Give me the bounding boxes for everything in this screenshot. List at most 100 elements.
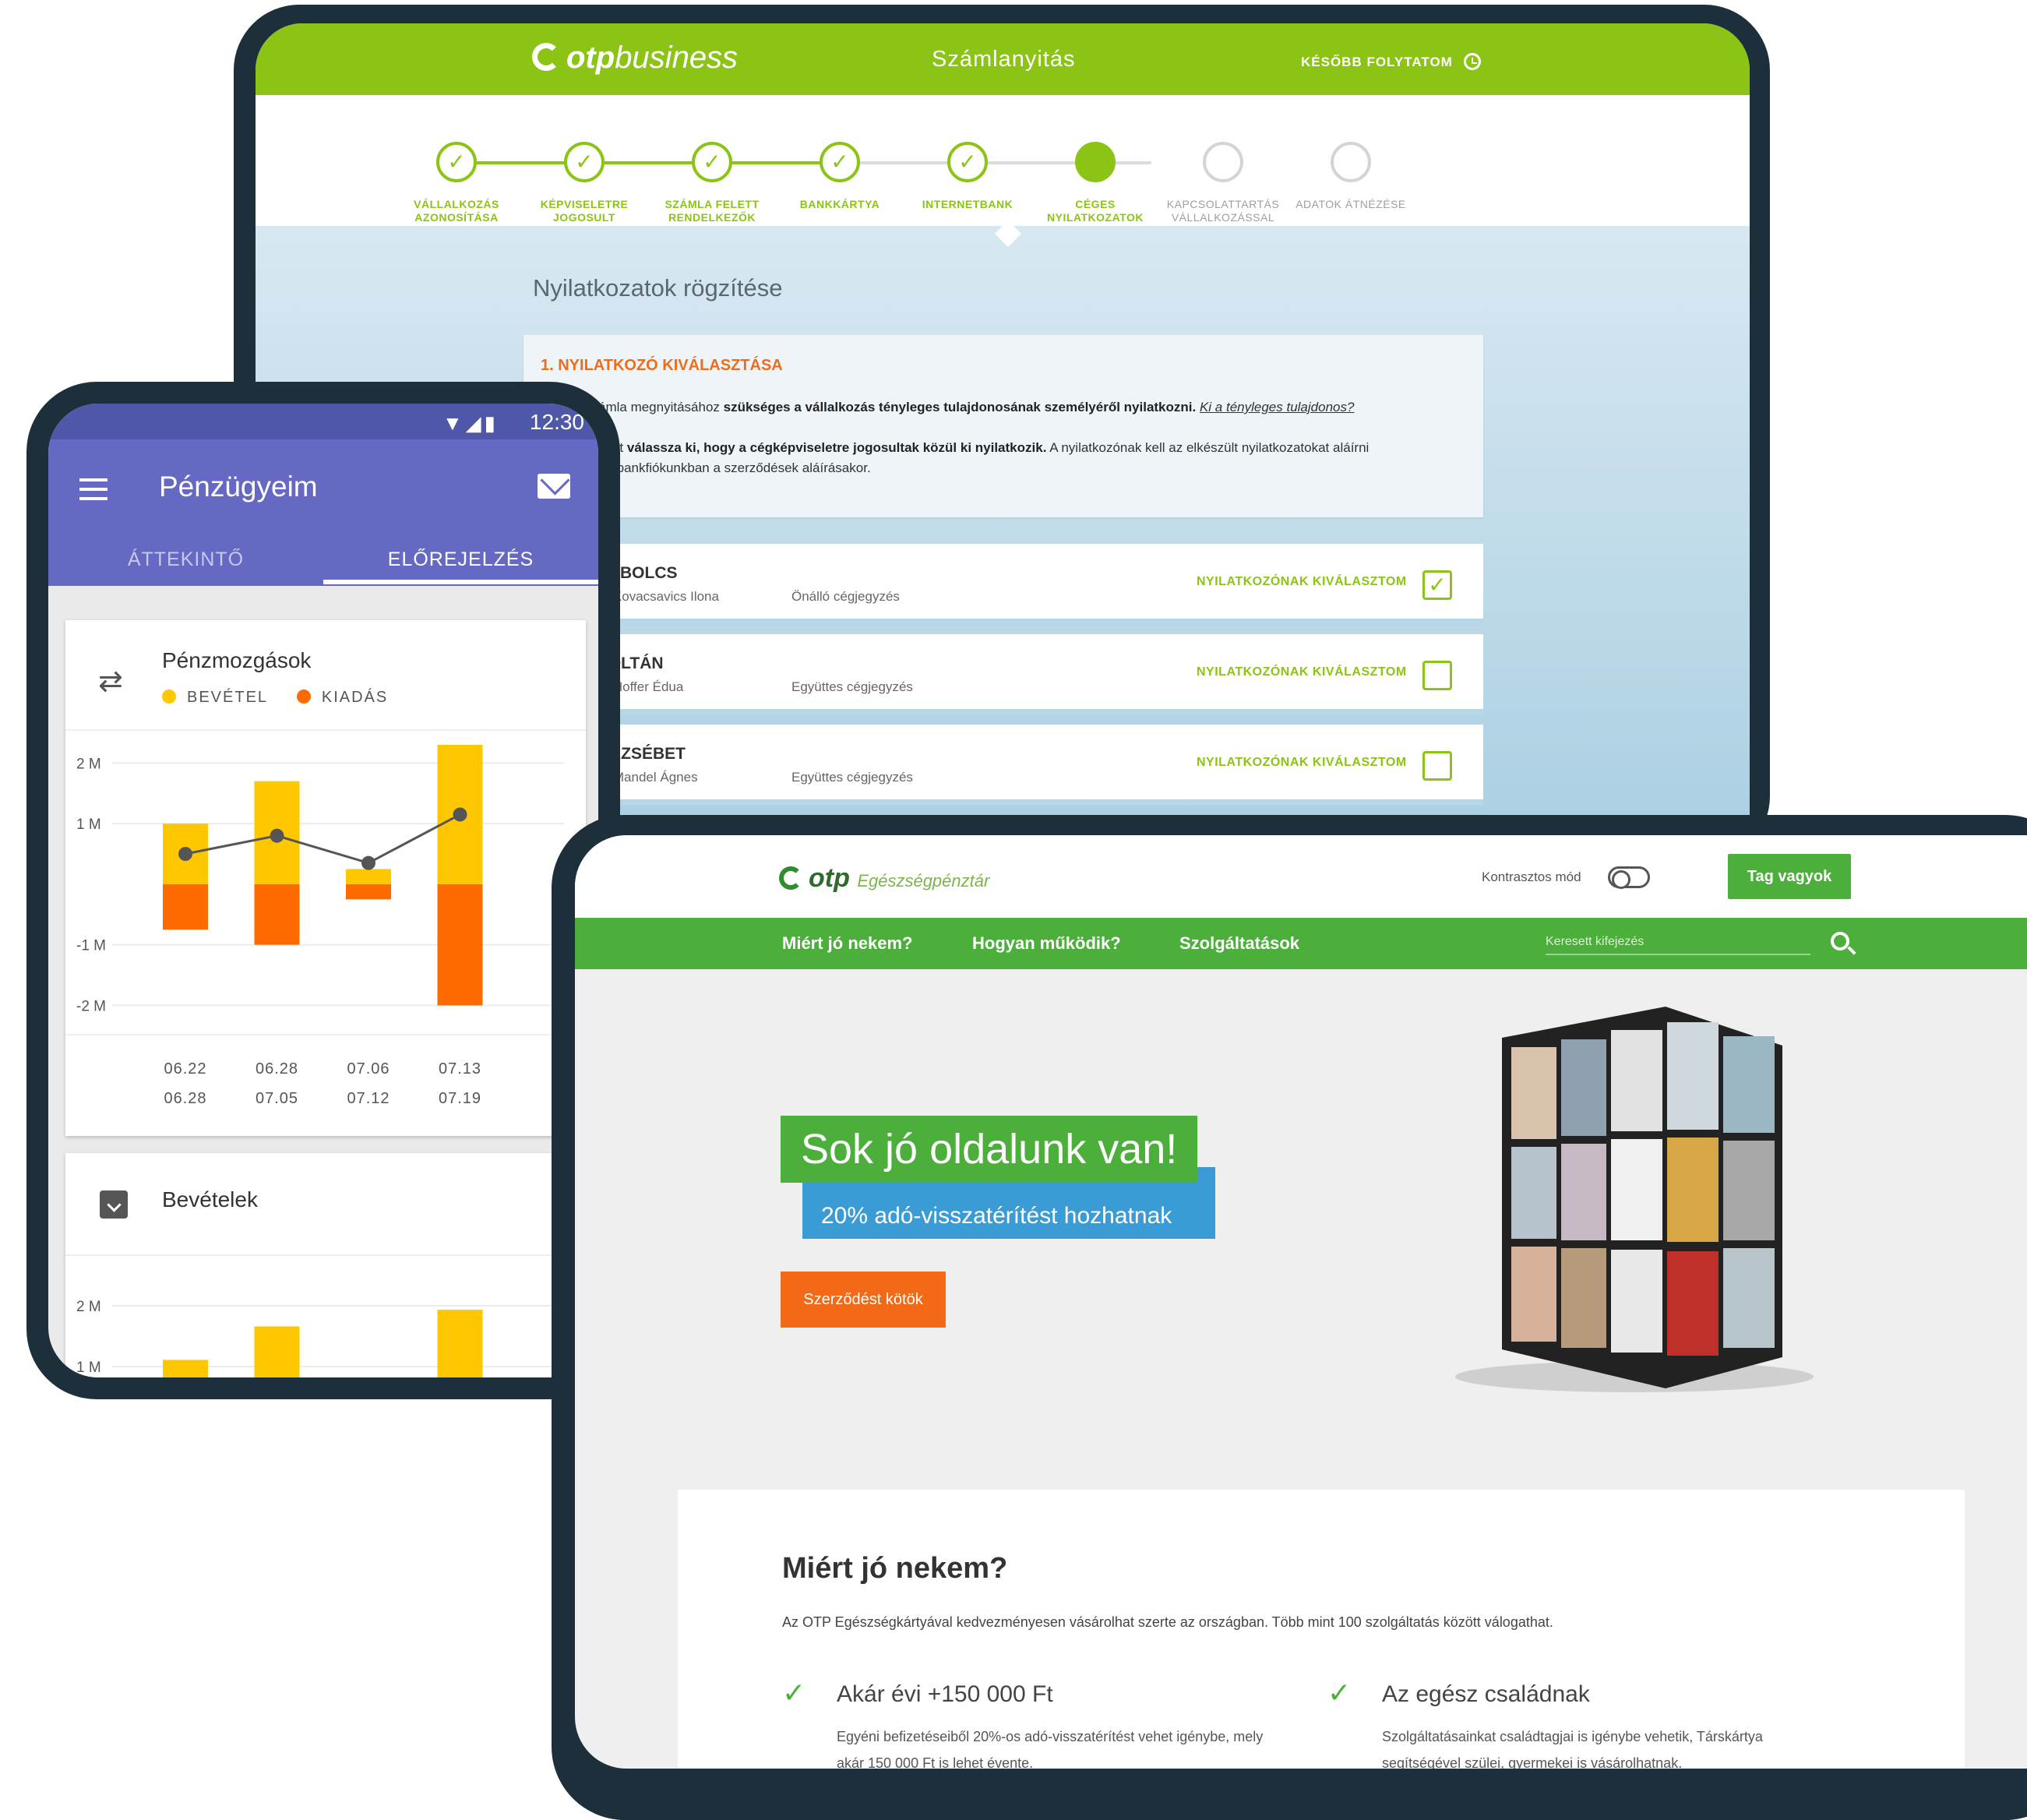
app-title: Pénzügyeim bbox=[159, 471, 318, 503]
feature-text-2: Szolgáltatásainkat családtagjai is igény… bbox=[1382, 1729, 1763, 1769]
para2-line2: en bankfiókunkban a szerződések aláírása… bbox=[598, 460, 871, 475]
step-5-label: INTERNETBANK bbox=[922, 198, 1014, 210]
search-icon[interactable] bbox=[1831, 932, 1849, 951]
step-6-label: CÉGES NYILATKOZATOK bbox=[1047, 198, 1144, 224]
beneficial-owner-link[interactable]: Ki a tényleges tulajdonos? bbox=[1200, 400, 1354, 414]
card-title: 1. NYILATKOZÓ KIVÁLASZTÁSA bbox=[541, 357, 783, 374]
para1-text: ámla megnyitásához bbox=[598, 400, 724, 414]
why-text: Az OTP Egészségkártyával kedvezményesen … bbox=[782, 1614, 1553, 1630]
y-tick-label: 1 M bbox=[76, 1360, 101, 1376]
step-1-circle[interactable]: ✓ bbox=[436, 142, 477, 182]
status-bar: ▼◢▮ 12:30 bbox=[48, 404, 598, 439]
member-button[interactable]: Tag vagyok bbox=[1728, 854, 1851, 899]
cashflow-card: ⇄ Pénzmozgások BEVÉTEL KIADÁS 2 M1 M -1 M… bbox=[65, 620, 586, 1136]
income-bar[interactable] bbox=[346, 869, 391, 884]
x-tick-label: 07.12 bbox=[347, 1090, 390, 1107]
step-4-circle[interactable]: ✓ bbox=[820, 142, 860, 182]
person-row: ERZSÉBET e: Mandel Ágnes Együttes cégjegyz… bbox=[523, 725, 1483, 806]
signal-battery-icon: ▼◢▮ bbox=[442, 411, 499, 435]
expense-bar[interactable] bbox=[437, 884, 483, 1006]
y-tick-label: 2 M bbox=[76, 1299, 101, 1315]
logo-text-otp: otp bbox=[566, 41, 615, 75]
y-tick-label: 1 M bbox=[76, 817, 101, 833]
step-3-circle[interactable]: ✓ bbox=[692, 142, 732, 182]
active-tab-indicator bbox=[323, 580, 598, 584]
step-5-circle[interactable]: ✓ bbox=[947, 142, 988, 182]
clock-icon bbox=[1463, 53, 1481, 70]
step-7-label: KAPCSOLATTARTÁS VÁLLALKOZÁSSAL bbox=[1166, 198, 1280, 224]
person-row: ZOLTÁN e: Hoffer Édua Együttes cégjegyzés N… bbox=[523, 634, 1483, 715]
hero-title: Sok jó oldalunk van! bbox=[781, 1116, 1198, 1183]
select-declarant-checkbox[interactable] bbox=[1422, 661, 1452, 690]
stepper-line-done bbox=[457, 161, 840, 164]
continue-later-label: KÉSŐBB FOLYTATOM bbox=[1301, 55, 1453, 69]
mail-icon[interactable] bbox=[538, 474, 570, 499]
expense-bar[interactable] bbox=[163, 884, 208, 930]
balance-point[interactable] bbox=[270, 828, 284, 843]
check-icon: ✓ bbox=[1327, 1677, 1352, 1709]
stepper-pointer bbox=[995, 220, 1021, 247]
para2-bold: válassza ki, hogy a cégképviseletre jogo… bbox=[626, 440, 1047, 455]
step-8-circle bbox=[1331, 142, 1371, 182]
otp-health-logo[interactable]: otp Egészségpénztár bbox=[779, 863, 989, 894]
contrast-mode-label: Kontrasztos mód bbox=[1482, 869, 1581, 884]
tab-overview[interactable]: ÁTTEKINTŐ bbox=[48, 548, 323, 571]
section-heading: Nyilatkozatok rögzítése bbox=[533, 274, 783, 302]
x-tick-label: 07.13 bbox=[439, 1060, 481, 1078]
status-time: 12:30 bbox=[529, 410, 584, 434]
continue-later-button[interactable]: KÉSŐBB FOLYTATOM bbox=[1301, 53, 1481, 70]
x-tick-label: 07.19 bbox=[439, 1090, 481, 1107]
contract-button[interactable]: Szerződést kötök bbox=[781, 1272, 946, 1328]
signature-type: Együttes cégjegyzés bbox=[791, 770, 913, 785]
balance-line bbox=[185, 813, 461, 865]
signature-type: Együttes cégjegyzés bbox=[791, 679, 913, 694]
logo-text-health: Egészségpénztár bbox=[857, 871, 990, 891]
balance-point[interactable] bbox=[361, 855, 375, 870]
instruction-paragraph-1: ámla megnyitásához szükséges a vállalkoz… bbox=[598, 397, 1463, 418]
expense-bar[interactable] bbox=[346, 884, 391, 900]
step-1-label: VÁLLALKOZÁS AZONOSÍTÁSA bbox=[414, 198, 499, 224]
page-title: Számlanyitás bbox=[932, 47, 1076, 72]
income-chart: 2 M 1 M bbox=[76, 1299, 564, 1377]
main-nav: Miért jó nekem? Hogyan működik? Szolgált… bbox=[575, 918, 2027, 969]
tab-forecast[interactable]: ELŐREJELZÉS bbox=[323, 548, 598, 571]
x-tick-label: 06.28 bbox=[256, 1060, 298, 1078]
balance-point[interactable] bbox=[453, 807, 467, 822]
photo-cube-image bbox=[1455, 1007, 1814, 1392]
feature-text-1: Egyéni befizetéseiből 20%-os adó-visszat… bbox=[837, 1729, 1264, 1769]
expense-bar[interactable] bbox=[254, 884, 300, 945]
cashflow-chart: 2 M 1 M -1 M -2 M 06.22 06.28 06.28 07.05 07.06 0… bbox=[65, 745, 586, 1107]
signature-type: Önálló cégjegyzés bbox=[791, 589, 900, 604]
step-6-circle[interactable] bbox=[1075, 142, 1116, 182]
income-card: Bevételek 2 M1 M bbox=[65, 1153, 586, 1377]
nav-services[interactable]: Szolgáltatások bbox=[1179, 933, 1299, 954]
why-title: Miért jó nekem? bbox=[782, 1552, 1008, 1585]
select-declarant-checkbox[interactable]: ✓ bbox=[1422, 570, 1452, 600]
income-bar[interactable] bbox=[437, 1310, 483, 1377]
select-declarant-label[interactable]: NYILATKOZÓNAK KIVÁLASZTOM bbox=[1197, 575, 1407, 589]
app-bar: Pénzügyeim ÁTTEKINTŐ ELŐREJELZÉS bbox=[48, 439, 598, 586]
cube-photo-tiles bbox=[1511, 1022, 1775, 1356]
select-declarant-checkbox[interactable] bbox=[1422, 751, 1452, 781]
person-row: ZABOLCS e: Kovacsavics Ilona Önálló cégjeg… bbox=[523, 544, 1483, 625]
step-2-circle[interactable]: ✓ bbox=[564, 142, 605, 182]
instruction-paragraph-2: ként válassza ki, hogy a cégképviseletre… bbox=[598, 438, 1463, 478]
logo-text-business: business bbox=[615, 41, 739, 75]
step-3-label: SZÁMLA FELETT RENDELKEZŐK bbox=[665, 198, 760, 224]
otp-logo-icon bbox=[532, 43, 560, 71]
step-8-label: ADATOK ÁTNÉZÉSE bbox=[1296, 198, 1406, 210]
feature-title-2: Az egész családnak bbox=[1382, 1681, 1590, 1707]
nav-why[interactable]: Miért jó nekem? bbox=[782, 933, 912, 954]
step-4-label: BANKKÁRTYA bbox=[799, 198, 880, 210]
otp-business-logo[interactable]: otpbusiness bbox=[532, 41, 738, 76]
select-declarant-label[interactable]: NYILATKOZÓNAK KIVÁLASZTOM bbox=[1197, 665, 1407, 679]
select-declarant-label[interactable]: NYILATKOZÓNAK KIVÁLASZTOM bbox=[1197, 756, 1407, 770]
menu-icon[interactable] bbox=[79, 478, 108, 500]
income-bar[interactable] bbox=[163, 1360, 208, 1377]
income-bar[interactable] bbox=[254, 1326, 300, 1377]
health-fund-screen: otp Egészségpénztár Kontrasztos mód Tag … bbox=[575, 835, 2027, 1769]
contrast-mode-toggle[interactable] bbox=[1608, 866, 1650, 889]
balance-point[interactable] bbox=[178, 847, 192, 861]
search-input[interactable]: Keresett kifejezés bbox=[1546, 930, 1810, 955]
nav-how[interactable]: Hogyan működik? bbox=[972, 933, 1121, 954]
